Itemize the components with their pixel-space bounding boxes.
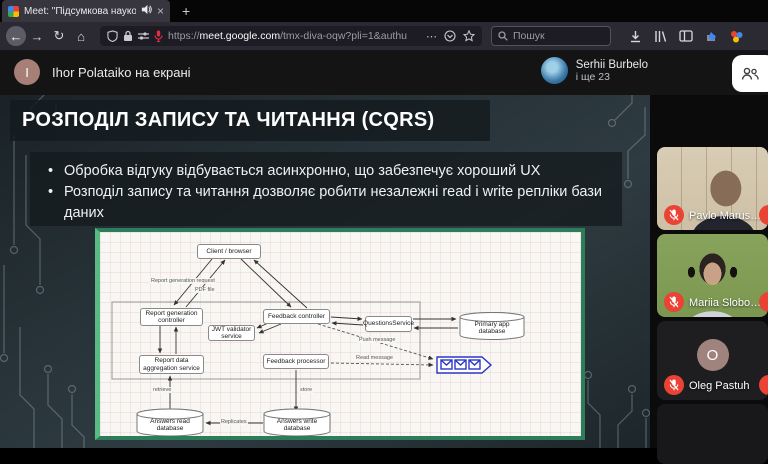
participant-name: Mariia Slobo… — [689, 297, 761, 309]
url-text: https://meet.google.com/tmx-diva-oqw?pli… — [168, 30, 421, 42]
presenter-status: I Ihor Polataiko на екрані — [14, 59, 191, 85]
slide-title-block: РОЗПОДІЛ ЗАПИСУ ТА ЧИТАННЯ (CQRS) — [10, 100, 490, 141]
downloads-icon[interactable] — [629, 30, 642, 43]
diagram-node-answers-write-db: Answers write database — [264, 418, 330, 432]
diagram-edge-label: Report generation request — [150, 278, 216, 284]
presenting-text: Ihor Polataiko на екрані — [52, 65, 191, 80]
extension-blue-icon[interactable] — [705, 30, 718, 43]
tab-audio-icon[interactable] — [141, 2, 152, 20]
mic-muted-icon — [759, 375, 768, 395]
participant-group-more: і ще 23 — [576, 71, 648, 83]
mic-in-use-icon[interactable] — [154, 30, 163, 42]
participants-summary[interactable]: Serhii Burbelo і ще 23 — [541, 57, 648, 84]
diagram-node-feedback-processor: Feedback processor — [263, 354, 329, 369]
participant-tile-offscreen[interactable] — [657, 404, 768, 464]
diagram-edge-label: store — [299, 387, 313, 393]
slide-bullet-block: Обробка відгуку відбувається асинхронно,… — [30, 152, 622, 226]
presenter-avatar: I — [14, 59, 40, 85]
diagram-edge-label: Push message — [358, 337, 396, 343]
participant-tile-pavlo[interactable]: Pavlo Marus… — [657, 147, 768, 230]
diagram-node-answers-read-db: Answers read database — [137, 418, 203, 432]
diagram-node-jwt-validator: JWT validator service — [208, 325, 255, 341]
meet-header: I Ihor Polataiko на екрані Serhii Burbel… — [0, 50, 768, 95]
back-button[interactable]: ← — [6, 26, 26, 46]
browser-toolbar: ← → ↻ ⌂ https://meet.google.com/tmx-diva… — [0, 22, 768, 50]
browser-tab-bar: Meet: "Підсумкова науков × + — [0, 0, 768, 22]
participant-name: Pavlo Marus… — [689, 210, 761, 222]
cqrs-architecture-diagram: Client / browser Report generation contr… — [95, 228, 585, 440]
participant-name: Oleg Pastuh — [689, 380, 750, 392]
diagram-node-report-controller: Report generation controller — [140, 308, 203, 326]
search-box[interactable] — [491, 26, 611, 46]
meet-favicon-icon — [8, 6, 19, 17]
diagram-node-client: Client / browser — [197, 244, 261, 259]
participant-avatar: O — [697, 339, 729, 371]
url-overflow-icon[interactable]: ⋯ — [426, 30, 437, 43]
lock-icon[interactable] — [123, 30, 133, 42]
diagram-edge-label: Read message — [355, 355, 394, 361]
extension-colorful-icon[interactable] — [730, 30, 743, 43]
meet-main-area: РОЗПОДІЛ ЗАПИСУ ТА ЧИТАННЯ (CQRS) Обробк… — [0, 95, 768, 448]
mic-muted-icon — [759, 205, 768, 225]
mic-muted-icon — [664, 375, 684, 395]
new-tab-button[interactable]: + — [182, 3, 190, 19]
mic-muted-icon — [664, 292, 684, 312]
home-button[interactable]: ⌂ — [70, 29, 92, 44]
mic-muted-icon — [759, 292, 768, 312]
diagram-edge-label: PDF file — [194, 287, 216, 293]
slide-bullet: Розподіл запису та читання дозволяє роби… — [44, 182, 608, 224]
active-tab[interactable]: Meet: "Підсумкова науков × — [2, 0, 170, 22]
library-icon[interactable] — [654, 30, 667, 43]
diagram-edge-label: Replicates — [220, 419, 248, 425]
close-tab-icon[interactable]: × — [157, 5, 164, 17]
url-bar[interactable]: https://meet.google.com/tmx-diva-oqw?pli… — [100, 26, 482, 46]
slide-title: РОЗПОДІЛ ЗАПИСУ ТА ЧИТАННЯ (CQRS) — [22, 109, 434, 132]
participant-group-name: Serhii Burbelo — [576, 59, 648, 71]
diagram-node-feedback-controller: Feedback controller — [263, 309, 330, 324]
sidebar-toggle-icon[interactable] — [679, 30, 693, 42]
message-queue-icon — [437, 357, 491, 373]
diagram-node-report-aggregation: Report data aggregation service — [139, 355, 204, 374]
search-input[interactable] — [513, 30, 593, 42]
participant-tile-mariia[interactable]: Mariia Slobo… — [657, 234, 768, 317]
permissions-icon[interactable] — [138, 31, 149, 41]
forward-button[interactable]: → — [26, 29, 48, 44]
tab-title: Meet: "Підсумкова науков — [24, 6, 136, 17]
participants-panel-button[interactable] — [732, 55, 768, 92]
tracking-shield-icon[interactable] — [107, 30, 118, 42]
diagram-node-primary-db: Primary app database — [460, 320, 524, 336]
search-icon — [498, 31, 508, 41]
diagram-node-questions-service: QuestionsService — [365, 316, 412, 332]
mic-muted-icon — [664, 205, 684, 225]
pocket-icon[interactable] — [444, 30, 456, 42]
participant-group-avatar — [541, 57, 568, 84]
bookmark-star-icon[interactable] — [463, 30, 475, 42]
slide-bullet: Обробка відгуку відбувається асинхронно,… — [44, 161, 608, 182]
diagram-edge-label: retrieve — [152, 387, 172, 393]
people-icon — [741, 67, 759, 81]
reload-button[interactable]: ↻ — [48, 28, 70, 44]
shared-screen-slide: РОЗПОДІЛ ЗАПИСУ ТА ЧИТАННЯ (CQRS) Обробк… — [0, 95, 650, 448]
participant-tile-oleg[interactable]: O Oleg Pastuh — [657, 321, 768, 400]
